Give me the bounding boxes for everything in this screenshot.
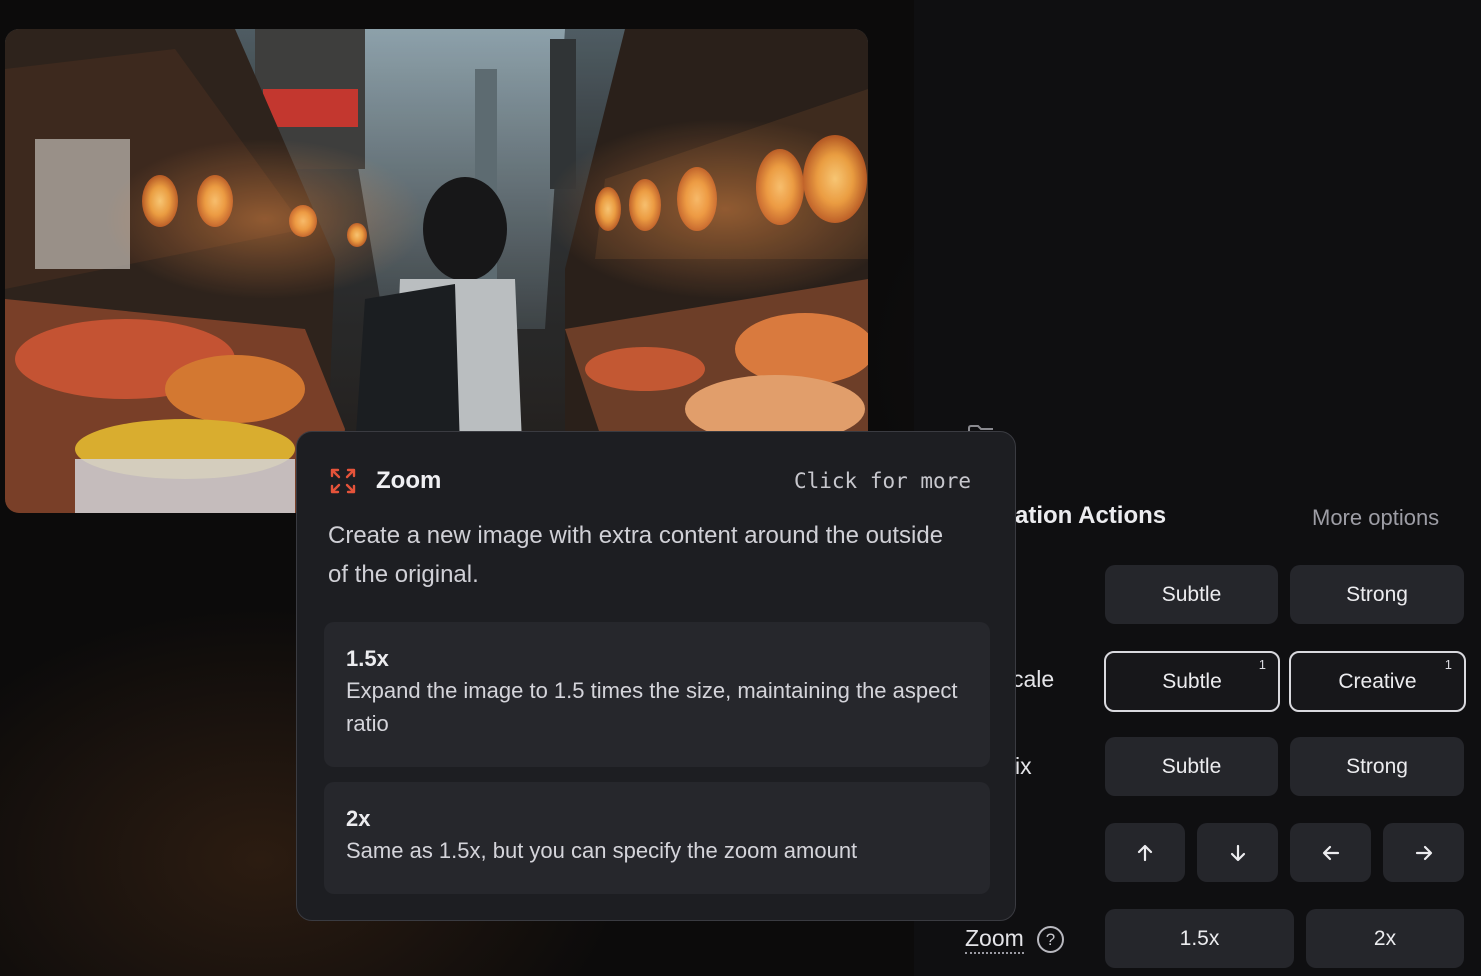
arrow-left-icon	[1322, 845, 1339, 860]
option-title: 2x	[346, 806, 371, 831]
row-label-upscale: cale	[1012, 666, 1055, 692]
zoom-2x-button[interactable]: 2x	[1306, 909, 1464, 968]
option-description: Same as 1.5x, but you can specify the zo…	[346, 838, 858, 863]
vary-subtle-button[interactable]: Subtle	[1105, 565, 1278, 624]
tooltip-description: Create a new image with extra content ar…	[328, 522, 944, 588]
section-title: ation Actions	[1015, 502, 1167, 529]
upscale-creative-label: Creative	[1338, 669, 1417, 693]
row-label-remix: ix	[1015, 753, 1032, 779]
expand-corners-icon	[330, 468, 356, 499]
zoom-option-2x[interactable]: 2x Same as 1.5x, but you can specify the…	[324, 782, 990, 894]
upscale-subtle-label: Subtle	[1162, 669, 1222, 693]
tooltip-hint: Click for more	[793, 469, 971, 493]
arrow-down-icon	[1230, 844, 1245, 861]
tooltip-title: Zoom	[376, 467, 442, 494]
remix-strong-button[interactable]: Strong	[1290, 737, 1464, 796]
upscale-subtle-badge: 1	[1258, 657, 1266, 672]
help-icon[interactable]: ?	[1037, 926, 1064, 953]
zoom-label[interactable]: Zoom	[965, 924, 1024, 954]
zoom-tooltip[interactable]: Zoom Click for more Create a new image w…	[296, 431, 1016, 921]
vary-strong-button[interactable]: Strong	[1290, 565, 1464, 624]
option-description: Expand the image to 1.5 times the size, …	[346, 678, 958, 736]
pan-up-button[interactable]	[1105, 823, 1185, 882]
arrow-right-icon	[1415, 845, 1432, 860]
upscale-subtle-button[interactable]: Subtle 1	[1104, 651, 1280, 712]
zoom-option-1-5x[interactable]: 1.5x Expand the image to 1.5 times the s…	[324, 622, 990, 767]
more-options-link[interactable]: More options	[1312, 505, 1439, 531]
option-title: 1.5x	[346, 646, 389, 671]
pan-right-button[interactable]	[1383, 823, 1464, 882]
arrow-up-icon	[1137, 844, 1153, 861]
remix-subtle-button[interactable]: Subtle	[1105, 737, 1278, 796]
upscale-creative-button[interactable]: Creative 1	[1289, 651, 1466, 712]
upscale-creative-badge: 1	[1444, 657, 1452, 672]
pan-down-button[interactable]	[1197, 823, 1278, 882]
zoom-1-5x-button[interactable]: 1.5x	[1105, 909, 1294, 968]
pan-left-button[interactable]	[1290, 823, 1371, 882]
